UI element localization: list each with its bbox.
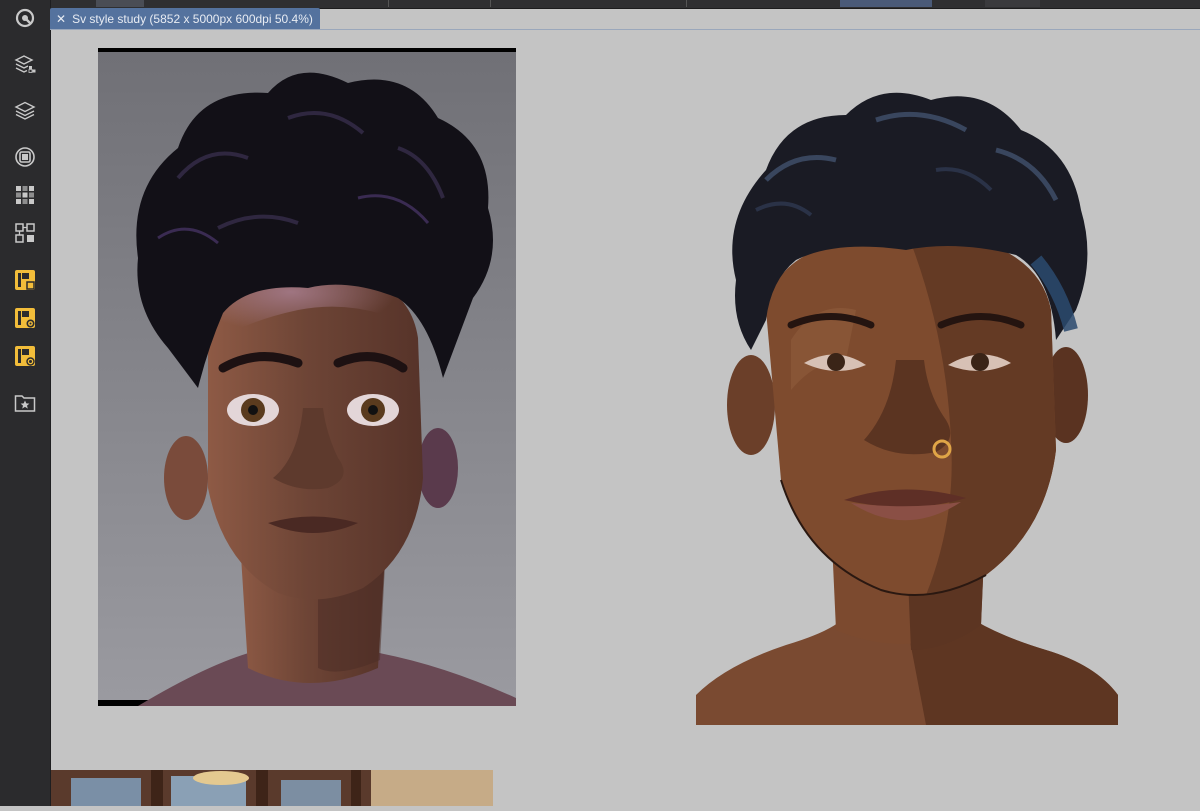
color-set-icon[interactable] xyxy=(11,181,39,209)
navigator-icon[interactable] xyxy=(11,143,39,171)
reference-image xyxy=(98,48,516,706)
layer-properties-icon[interactable] xyxy=(11,50,39,78)
document-tab[interactable]: ✕ Sv style study (5852 x 5000px 600dpi 5… xyxy=(50,8,320,29)
study-character-portrait xyxy=(696,92,1118,725)
toolbar-divider xyxy=(388,0,389,7)
plugin-target-icon[interactable] xyxy=(11,342,39,370)
document-tab-title: Sv style study (5852 x 5000px 600dpi 50.… xyxy=(72,11,313,26)
close-tab-icon[interactable]: ✕ xyxy=(56,12,66,26)
plugin-icon[interactable] xyxy=(11,266,39,294)
toolbar-tab-active[interactable] xyxy=(96,0,144,7)
partial-interior-photo xyxy=(51,770,493,806)
reference-character-portrait xyxy=(98,48,516,706)
toolbar-divider xyxy=(490,0,491,7)
toolbar-tab-highlight[interactable] xyxy=(840,0,932,7)
materials-icon[interactable] xyxy=(11,389,39,417)
layers-icon[interactable] xyxy=(11,96,39,124)
partial-reference-image xyxy=(51,770,493,806)
style-study-drawing xyxy=(696,60,1121,730)
app-logo-icon[interactable] xyxy=(11,4,39,32)
drawing-canvas[interactable] xyxy=(51,30,1200,806)
toolbar-button[interactable] xyxy=(985,0,1040,7)
sub-tool-icon[interactable] xyxy=(11,219,39,247)
left-tool-sidebar xyxy=(0,0,51,806)
toolbar-divider xyxy=(686,0,687,7)
plugin-settings-icon[interactable] xyxy=(11,304,39,332)
